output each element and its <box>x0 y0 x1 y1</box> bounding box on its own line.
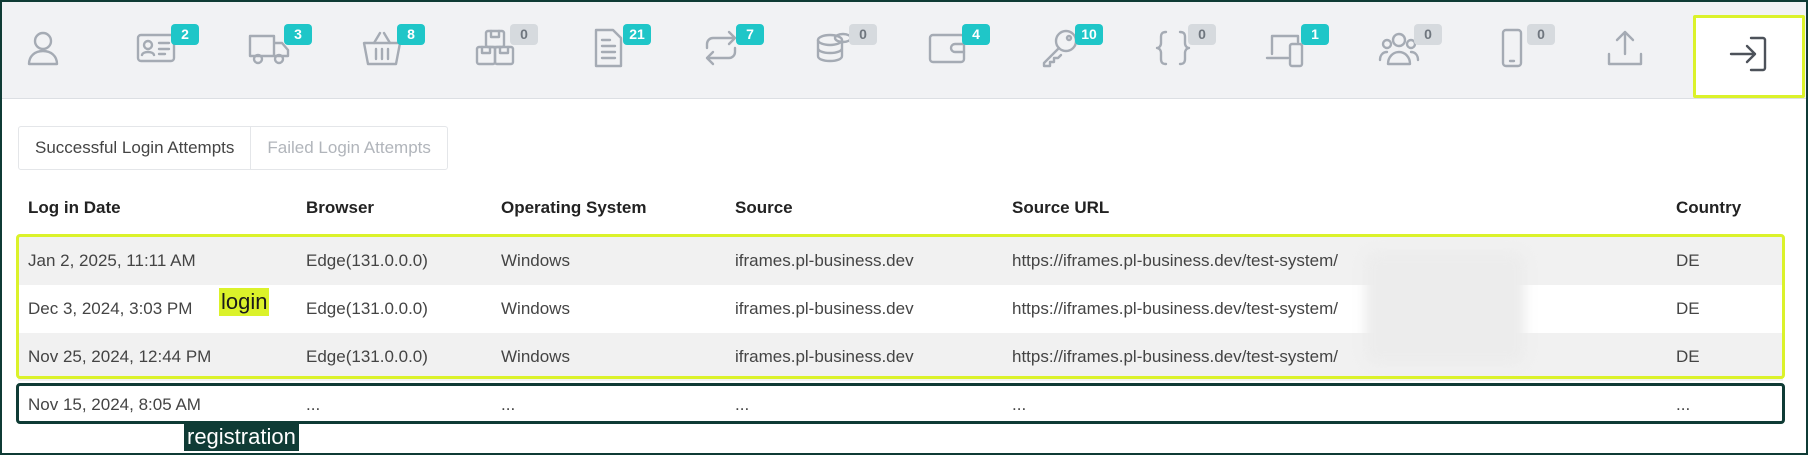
badge: 1 <box>1301 24 1329 45</box>
badge: 0 <box>1188 24 1216 45</box>
user-icon <box>21 26 65 75</box>
badge: 0 <box>849 24 877 45</box>
tab-successful-logins[interactable]: Successful Login Attempts <box>19 127 252 169</box>
nav-item-products[interactable]: 0 <box>439 2 551 99</box>
nav-item-shipping[interactable]: 3 <box>213 2 325 99</box>
badge: 21 <box>623 24 651 45</box>
nav-item-cart[interactable]: 8 <box>326 2 438 99</box>
nav-item-devices[interactable]: 1 <box>1230 2 1342 99</box>
registration-annotation-label: registration <box>184 423 299 451</box>
nav-item-coins[interactable]: 0 <box>778 2 890 99</box>
badge: 8 <box>397 24 425 45</box>
badge: 10 <box>1075 24 1103 45</box>
badge: 4 <box>962 24 990 45</box>
tab-failed-logins[interactable]: Failed Login Attempts <box>251 127 446 169</box>
registration-highlight-box <box>16 383 1785 424</box>
badge: 2 <box>171 24 199 45</box>
nav-item-documents[interactable]: 21 <box>552 2 664 99</box>
nav-item-logins-active[interactable] <box>1693 15 1805 98</box>
icon-navigation-bar: 2 3 8 0 21 7 0 4 10 0 1 0 0 <box>2 2 1806 99</box>
upload-icon <box>1603 26 1647 75</box>
table-header: Log in Date Browser Operating System Sou… <box>18 198 1788 230</box>
badge: 0 <box>510 24 538 45</box>
header-source-url[interactable]: Source URL <box>1012 198 1109 218</box>
nav-item-export[interactable] <box>1569 2 1681 99</box>
nav-item-mobile[interactable]: 0 <box>1456 2 1568 99</box>
header-browser[interactable]: Browser <box>306 198 374 218</box>
nav-item-profile[interactable] <box>0 2 99 99</box>
login-annotation-label: login <box>219 288 270 316</box>
badge: 0 <box>1414 24 1442 45</box>
login-attempt-tabs: Successful Login Attempts Failed Login A… <box>18 126 448 170</box>
header-source[interactable]: Source <box>735 198 793 218</box>
nav-item-contacts[interactable]: 0 <box>1343 2 1455 99</box>
badge: 0 <box>1527 24 1555 45</box>
badge: 3 <box>284 24 312 45</box>
nav-item-keys[interactable]: 10 <box>1004 2 1116 99</box>
nav-item-identity[interactable]: 2 <box>100 2 212 99</box>
login-icon <box>1727 32 1771 81</box>
header-operating-system[interactable]: Operating System <box>501 198 647 218</box>
nav-item-wallet[interactable]: 4 <box>891 2 1003 99</box>
header-country[interactable]: Country <box>1676 198 1741 218</box>
badge: 7 <box>736 24 764 45</box>
nav-item-subscriptions[interactable]: 7 <box>665 2 777 99</box>
header-login-date[interactable]: Log in Date <box>28 198 121 218</box>
nav-item-api[interactable]: 0 <box>1117 2 1229 99</box>
login-highlight-box <box>16 234 1785 379</box>
